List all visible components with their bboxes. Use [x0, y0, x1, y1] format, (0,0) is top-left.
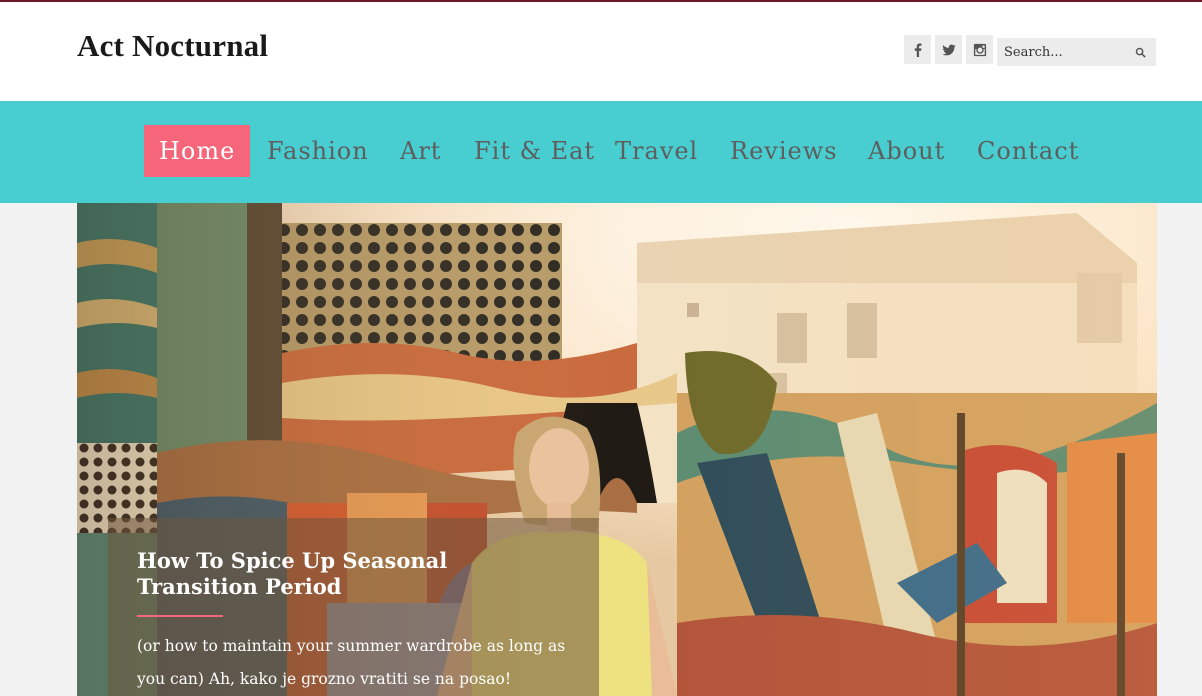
nav-item-home[interactable]: Home — [144, 125, 251, 177]
featured-caption: How To Spice Up Seasonal Transition Peri… — [108, 518, 599, 696]
nav-item-fit-eat[interactable]: Fit & Eat — [459, 125, 610, 177]
nav-item-contact[interactable]: Contact — [962, 125, 1094, 177]
site-logo[interactable]: Act Nocturnal — [77, 28, 268, 64]
twitter-icon[interactable] — [935, 35, 962, 64]
title-divider — [137, 615, 223, 617]
nav-item-art[interactable]: Art — [385, 125, 456, 177]
featured-post-excerpt: (or how to maintain your summer wardrobe… — [137, 637, 566, 688]
featured-post-title[interactable]: How To Spice Up Seasonal Transition Peri… — [137, 548, 567, 600]
search-icon[interactable] — [1127, 38, 1153, 66]
search-input[interactable] — [997, 38, 1127, 66]
featured-slider[interactable]: How To Spice Up Seasonal Transition Peri… — [77, 203, 1157, 696]
nav-item-fashion[interactable]: Fashion — [252, 125, 384, 177]
nav-item-reviews[interactable]: Reviews — [715, 125, 853, 177]
nav-item-travel[interactable]: Travel — [600, 125, 713, 177]
facebook-icon[interactable] — [904, 35, 931, 64]
instagram-icon[interactable] — [966, 35, 993, 64]
site-header: Act Nocturnal — [0, 2, 1202, 101]
search-box — [997, 38, 1156, 66]
nav-item-about[interactable]: About — [853, 125, 960, 177]
main-navigation: Home Fashion Art Fit & Eat Travel Review… — [0, 101, 1202, 203]
